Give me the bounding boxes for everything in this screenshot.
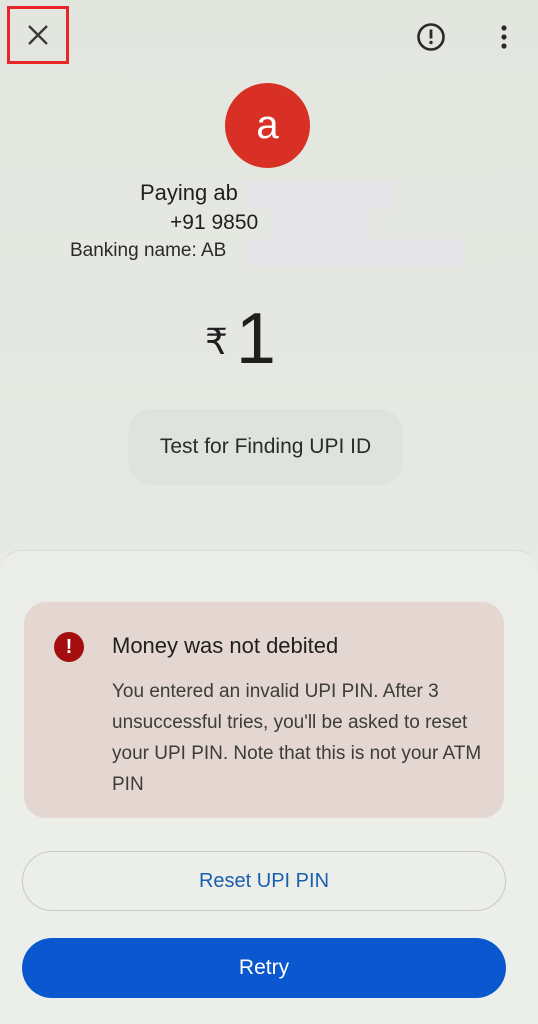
redaction-bar bbox=[249, 239, 464, 266]
alert-circle-icon bbox=[417, 23, 445, 51]
banking-name: Banking name: AB bbox=[70, 240, 227, 261]
more-options-button[interactable] bbox=[492, 20, 516, 54]
close-button[interactable] bbox=[7, 6, 69, 64]
amount-value: 1 bbox=[235, 299, 276, 379]
payee-phone: +91 9850 bbox=[170, 211, 259, 234]
payment-note: Test for Finding UPI ID bbox=[128, 409, 403, 485]
error-icon: ! bbox=[54, 632, 84, 662]
currency-symbol: ₹ bbox=[205, 321, 228, 362]
reset-upi-pin-button[interactable]: Reset UPI PIN bbox=[22, 851, 506, 911]
error-message: You entered an invalid UPI PIN. After 3 … bbox=[112, 681, 482, 795]
close-icon bbox=[28, 25, 48, 45]
redaction-bar bbox=[248, 181, 395, 209]
payment-amount: ₹ 1 bbox=[205, 303, 276, 375]
retry-button[interactable]: Retry bbox=[22, 938, 506, 998]
error-title: Money was not debited bbox=[112, 633, 339, 658]
report-button[interactable] bbox=[414, 20, 448, 54]
payee-name: Paying ab bbox=[140, 180, 238, 205]
more-vert-icon bbox=[501, 25, 507, 49]
avatar: a bbox=[225, 83, 310, 168]
redaction-bar bbox=[272, 210, 370, 238]
avatar-letter: a bbox=[256, 103, 279, 147]
